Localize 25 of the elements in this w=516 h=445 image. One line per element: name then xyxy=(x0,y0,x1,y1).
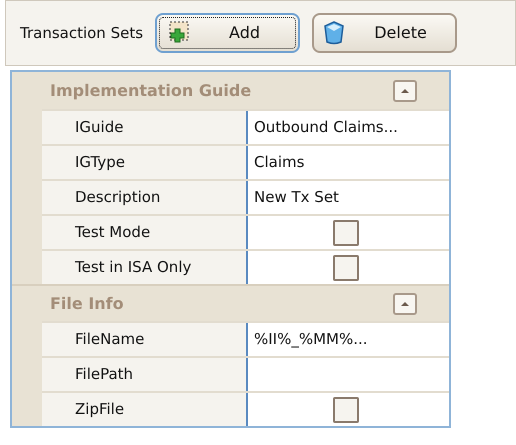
property-value: New Tx Set xyxy=(254,187,339,208)
checkbox[interactable] xyxy=(332,220,358,246)
property-value: Outbound Claims... xyxy=(254,117,398,138)
bin-icon xyxy=(322,20,346,46)
property-label: ZipFile xyxy=(42,393,248,426)
property-value: %II%_%MM%... xyxy=(254,329,368,350)
chevron-up-icon xyxy=(400,300,410,306)
property-value: Claims xyxy=(254,152,304,174)
collapse-button[interactable] xyxy=(393,80,417,102)
property-label: IGType xyxy=(42,146,248,179)
delete-button[interactable]: Delete xyxy=(312,13,458,53)
property-label: FileName xyxy=(42,323,248,356)
section-title: File Info xyxy=(50,292,125,314)
chevron-up-icon xyxy=(400,88,410,94)
add-button[interactable]: Add xyxy=(155,13,300,53)
toolbar-label: Transaction Sets xyxy=(20,22,144,44)
property-label: FilePath xyxy=(42,358,248,391)
property-label: Test in ISA Only xyxy=(42,251,248,284)
checkbox[interactable] xyxy=(332,396,358,422)
section-title: Implementation Guide xyxy=(50,80,252,102)
collapse-button[interactable] xyxy=(393,292,417,314)
checkbox[interactable] xyxy=(332,254,358,280)
property-label: IGuide xyxy=(42,111,248,144)
property-label: Test Mode xyxy=(42,216,248,249)
property-label: Description xyxy=(42,181,248,214)
